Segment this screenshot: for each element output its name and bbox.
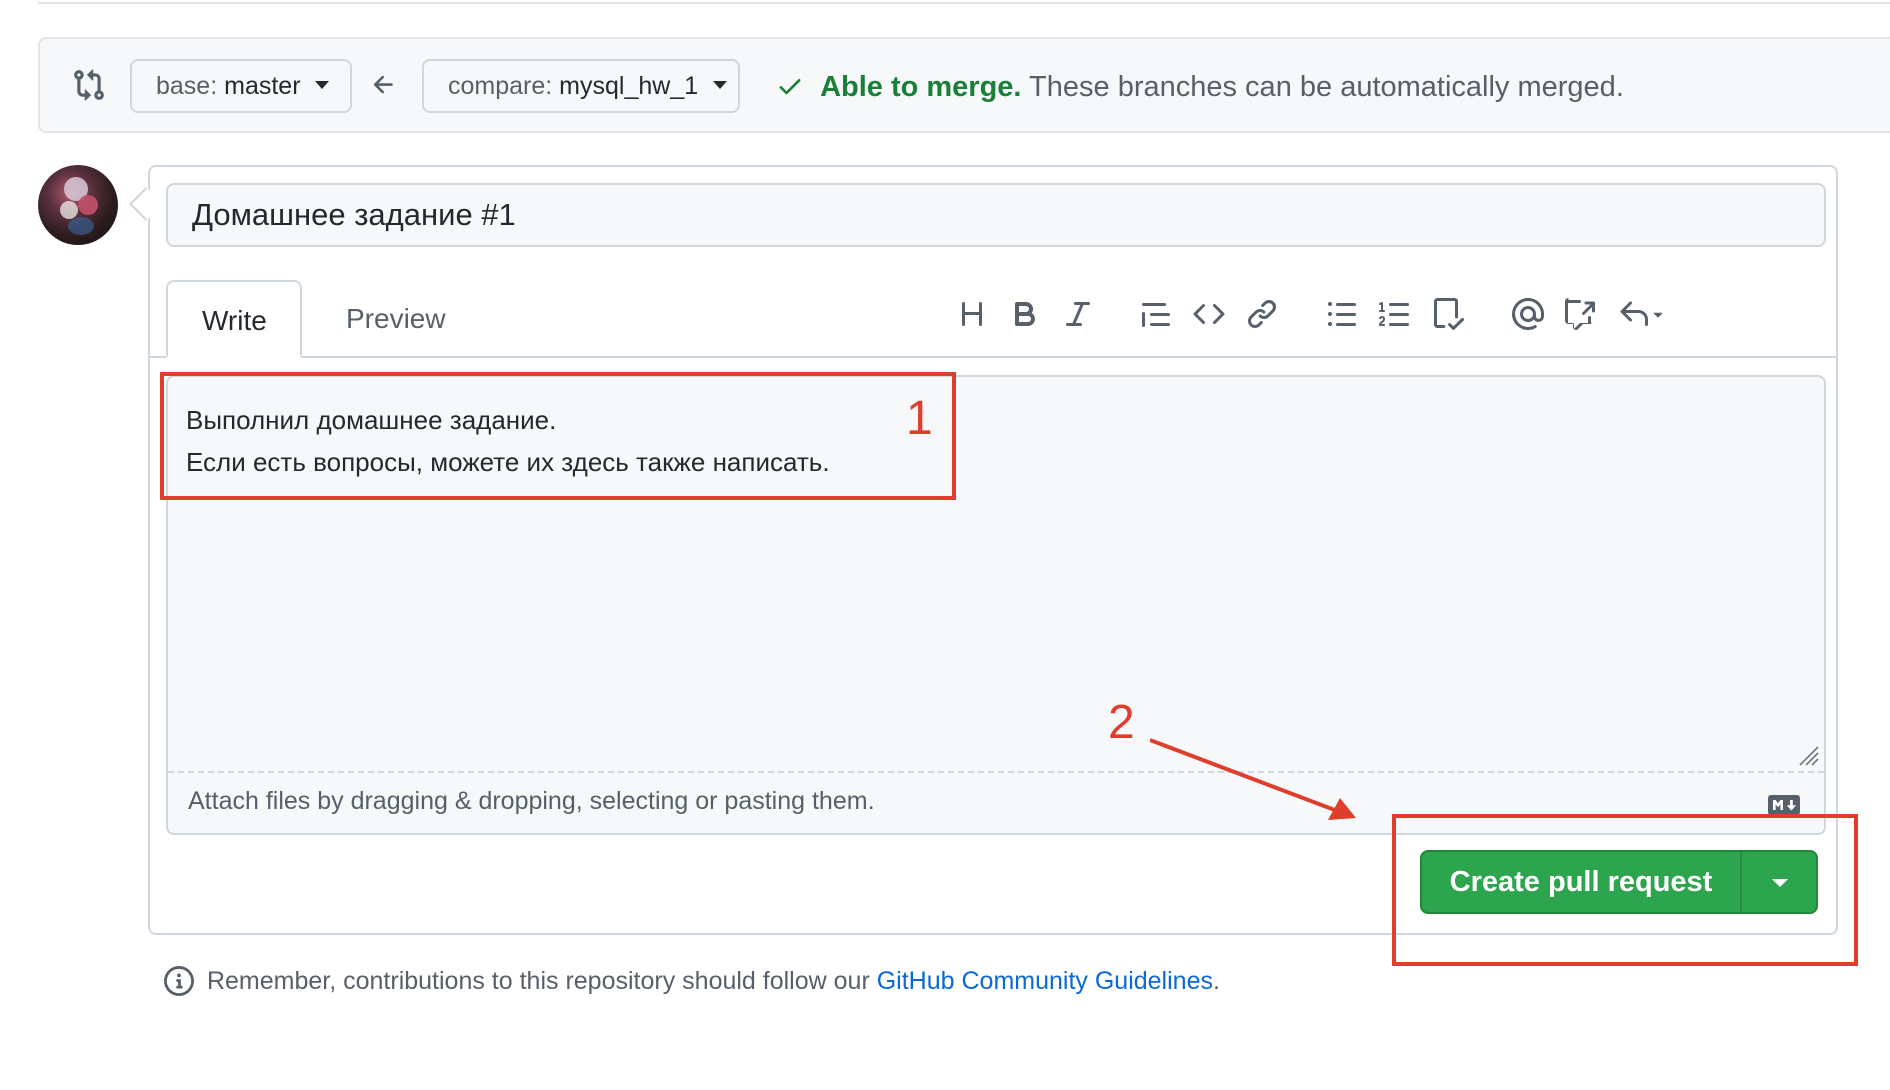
compare-branch-select[interactable]: compare: mysql_hw_1: [422, 59, 740, 113]
chevron-down-icon: [315, 81, 330, 90]
compare-branch-name: mysql_hw_1: [559, 72, 699, 100]
unordered-list-icon[interactable]: [1320, 290, 1364, 338]
resize-handle-icon[interactable]: [1796, 743, 1820, 767]
base-branch-select[interactable]: base: master: [130, 59, 352, 113]
community-guidelines-link[interactable]: GitHub Community Guidelines: [877, 967, 1213, 995]
ordered-list-icon[interactable]: [1373, 290, 1417, 338]
pull-request-compare-page: base: master compare: mysql_hw_1 Able to…: [0, 0, 1890, 1090]
merge-status-description: These branches can be automatically merg…: [1029, 71, 1624, 103]
annotation-number-2: 2: [1108, 696, 1135, 749]
bold-icon[interactable]: [1003, 290, 1047, 338]
annotation-arrow: [1150, 738, 1356, 820]
link-icon[interactable]: [1240, 290, 1284, 338]
annotation-number-1: 1: [906, 392, 933, 445]
branch-range-editor: base: master compare: mysql_hw_1 Able to…: [38, 37, 1890, 133]
base-prefix: base:: [156, 72, 218, 100]
heading-icon[interactable]: [950, 290, 994, 338]
base-branch-name: master: [224, 72, 301, 100]
annotation-box-create-button: [1392, 814, 1858, 966]
attach-hint: Attach files by dragging & dropping, sel…: [188, 787, 875, 815]
arrow-left-icon: [373, 75, 393, 94]
merge-status-label: Able to merge.: [820, 71, 1022, 103]
git-compare-icon: [74, 69, 104, 101]
info-icon: [164, 966, 194, 996]
reference-icon[interactable]: [1559, 290, 1603, 338]
top-divider: [38, 2, 1890, 4]
mention-icon[interactable]: [1506, 290, 1550, 338]
chevron-down-icon: [713, 81, 728, 90]
annotation-box-body: [160, 372, 956, 500]
avatar[interactable]: [38, 165, 118, 245]
compare-prefix: compare:: [448, 72, 553, 100]
task-list-icon[interactable]: [1426, 290, 1470, 338]
caret-down-icon[interactable]: [1646, 290, 1670, 338]
guidelines-text: Remember, contributions to this reposito…: [206, 967, 870, 995]
italic-icon[interactable]: [1056, 290, 1100, 338]
contribution-guidelines-note: Remember, contributions to this reposito…: [164, 966, 1220, 996]
check-icon: [779, 79, 801, 95]
merge-status: Able to merge. These branches can be aut…: [776, 70, 1624, 104]
tab-preview[interactable]: Preview: [312, 280, 480, 358]
quote-icon[interactable]: [1134, 290, 1178, 338]
guidelines-period: .: [1212, 967, 1220, 995]
markdown-icon[interactable]: [1768, 795, 1800, 815]
pr-title-input[interactable]: [166, 183, 1826, 247]
tab-write[interactable]: Write: [166, 280, 302, 358]
code-icon[interactable]: [1187, 290, 1231, 338]
